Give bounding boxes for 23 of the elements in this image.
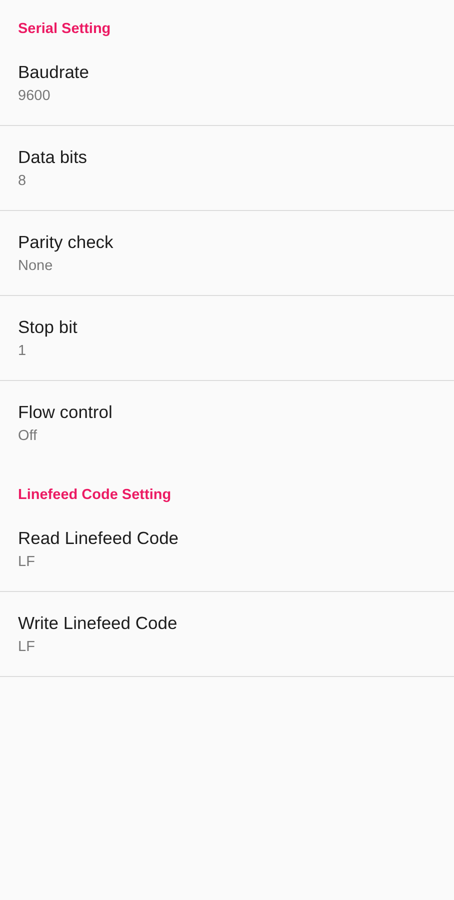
section-header: Linefeed Code Setting <box>18 486 172 505</box>
setting-value: None <box>18 257 53 276</box>
setting-item[interactable]: Parity check None <box>0 211 454 296</box>
setting-title: Parity check <box>18 231 114 253</box>
setting-value: Off <box>18 427 38 446</box>
setting-item[interactable]: Flow control Off <box>0 381 454 466</box>
setting-title: Flow control <box>18 401 112 423</box>
setting-title: Baudrate <box>18 61 90 83</box>
setting-item[interactable]: Write Linefeed Code LF <box>0 592 454 677</box>
setting-item[interactable]: Stop bit 1 <box>0 296 454 381</box>
setting-value: LF <box>18 638 35 657</box>
setting-title: Read Linefeed Code <box>18 527 179 549</box>
setting-title: Data bits <box>18 146 88 168</box>
setting-item[interactable]: Read Linefeed Code LF <box>0 507 454 592</box>
setting-title: Stop bit <box>18 316 78 338</box>
setting-value: LF <box>18 553 35 572</box>
setting-title: Write Linefeed Code <box>18 612 178 634</box>
setting-value: 8 <box>18 172 26 191</box>
setting-value: 9600 <box>18 87 50 106</box>
section-header: Serial Setting <box>18 20 111 39</box>
setting-item[interactable]: Data bits 8 <box>0 126 454 211</box>
setting-value: 1 <box>18 342 26 361</box>
setting-item[interactable]: Baudrate 9600 <box>0 41 454 126</box>
